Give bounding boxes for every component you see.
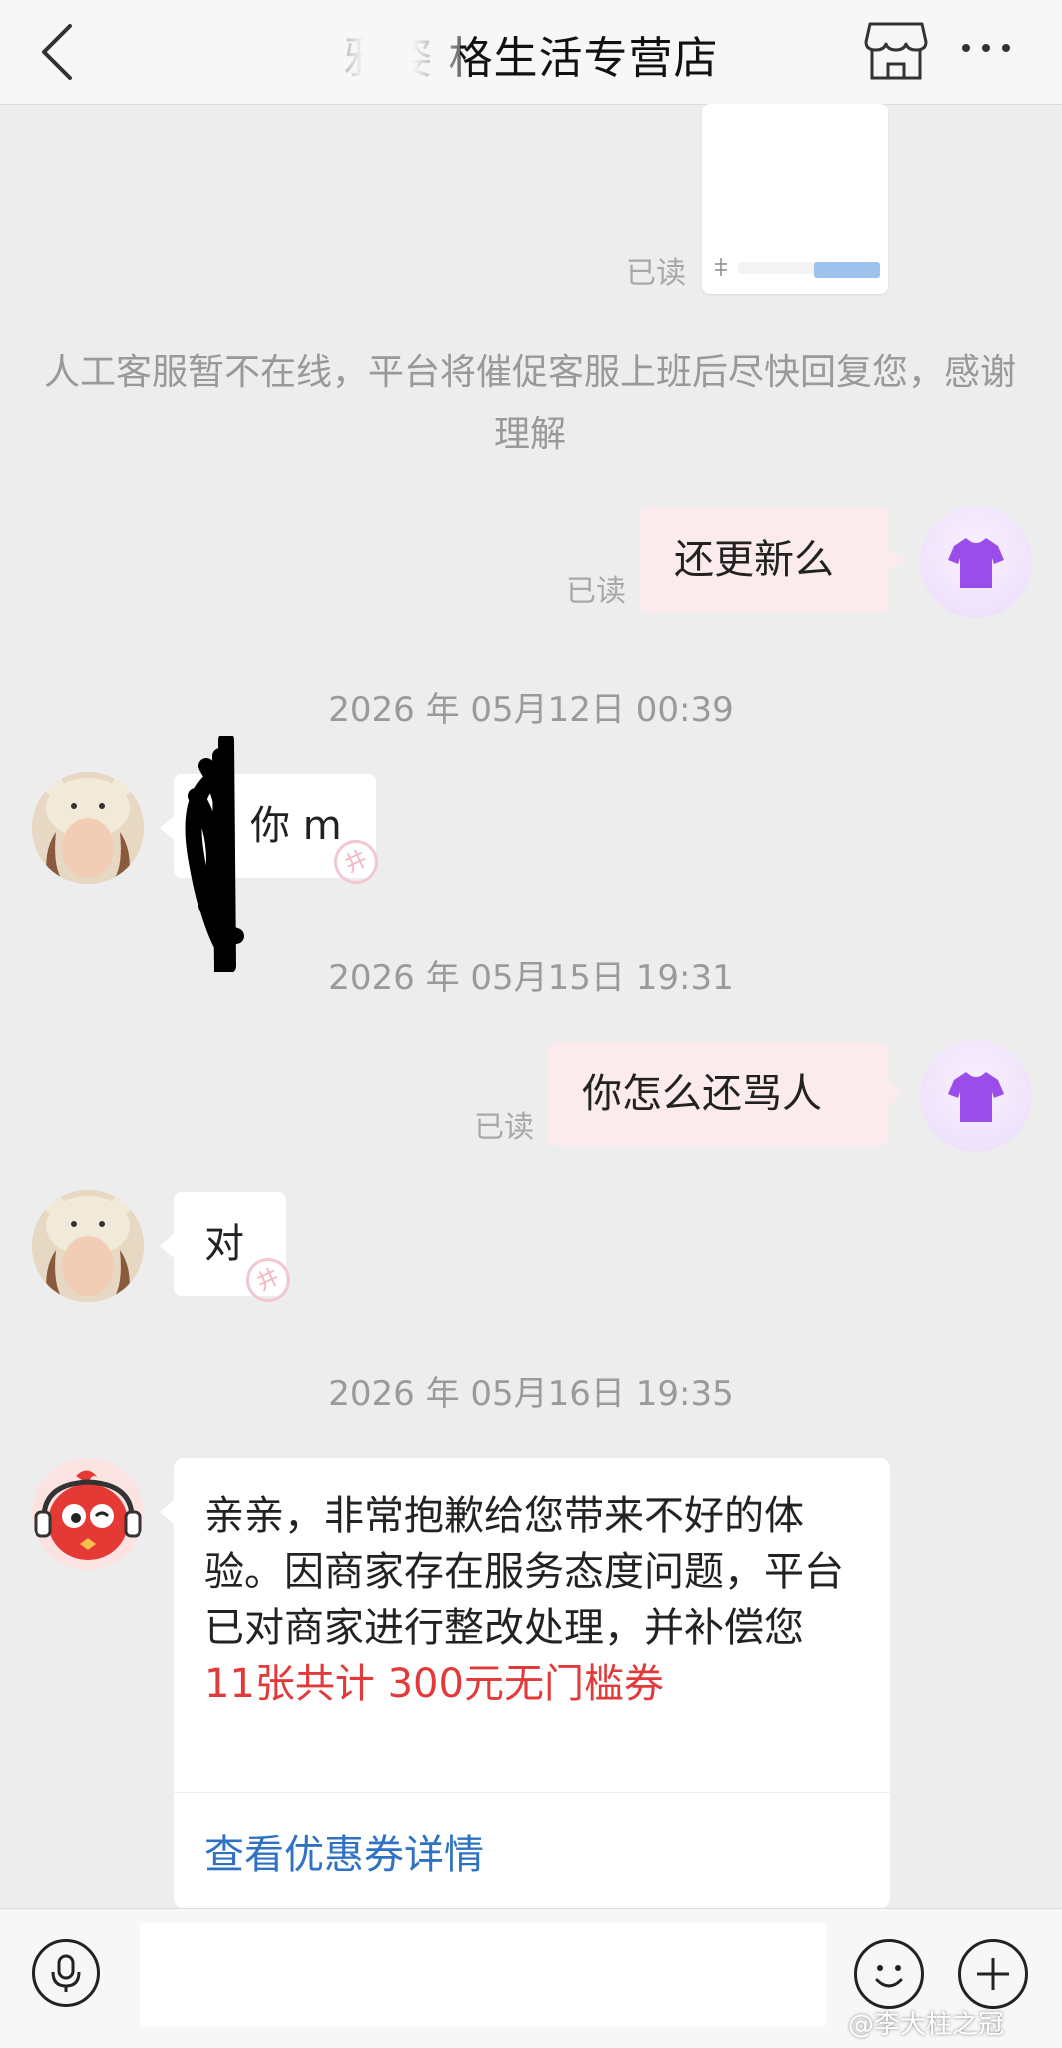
microphone-icon[interactable]	[32, 1939, 100, 2007]
message-text: 你 m	[250, 803, 342, 849]
timestamp: 2026 年 05月15日 19:31	[328, 958, 734, 998]
view-coupon-details-link[interactable]: 查看优惠券详情	[204, 1822, 484, 1880]
user-avatar[interactable]	[920, 1040, 1032, 1152]
tshirt-icon	[948, 1072, 1004, 1122]
shop-avatar[interactable]	[32, 1190, 144, 1302]
outgoing-message-bubble[interactable]: 还更新么	[640, 508, 888, 612]
system-notice: 人工客服暂不在线，平台将催促客服上班后尽快回复您，感谢理解	[43, 352, 1016, 455]
scale-icon	[715, 258, 727, 276]
watermark: @李大柱之冠	[848, 2010, 1005, 2040]
bubble-tail	[160, 1500, 174, 1524]
message-text: 亲亲，非常抱歉给您带来不好的体验。因商家存在服务态度问题，平台已对商家进行整改处…	[204, 1493, 844, 1651]
customer-service-message: 亲亲，非常抱歉给您带来不好的体验。因商家存在服务态度问题，平台已对商家进行整改处…	[174, 1458, 890, 1908]
plus-icon[interactable]	[958, 1939, 1028, 2009]
emoji-icon[interactable]	[854, 1939, 924, 2009]
mini-input	[738, 262, 818, 274]
message-text: 你怎么还骂人	[582, 1071, 822, 1117]
more-dots-icon[interactable]	[958, 28, 1014, 68]
message-input[interactable]	[140, 1923, 826, 2027]
outgoing-message-bubble[interactable]: 你怎么还骂人	[548, 1042, 888, 1146]
shop-avatar[interactable]	[32, 772, 144, 884]
read-receipt: 已读	[474, 1110, 534, 1145]
coupon-amount-highlight: 11张共计 300元无门槛券	[204, 1661, 664, 1707]
compensation-message-text: 亲亲，非常抱歉给您带来不好的体验。因商家存在服务态度问题，平台已对商家进行整改处…	[204, 1488, 864, 1712]
customer-service-avatar[interactable]	[32, 1458, 144, 1570]
store-icon[interactable]	[864, 18, 928, 84]
message-text: 还更新么	[674, 537, 834, 583]
image-message-thumbnail[interactable]	[702, 104, 888, 294]
bubble-tail	[160, 1234, 174, 1258]
shop-avatar-image	[32, 1190, 144, 1302]
divider	[174, 1792, 890, 1793]
chat-header: 雅姿 格生活专营店	[0, 0, 1062, 105]
bubble-tail	[888, 548, 902, 572]
bot-avatar-image	[32, 1458, 144, 1570]
bubble-tail	[888, 1082, 902, 1106]
timestamp: 2026 年 05月12日 00:39	[328, 690, 734, 730]
mini-button	[814, 262, 880, 278]
timestamp: 2026 年 05月16日 19:35	[328, 1374, 734, 1414]
read-receipt: 已读	[566, 574, 626, 609]
user-avatar[interactable]	[920, 506, 1032, 618]
incoming-message-bubble[interactable]: 对 井	[174, 1192, 298, 1310]
bubble-tail	[160, 816, 174, 840]
title-redaction	[300, 30, 460, 80]
shop-avatar-image	[32, 772, 144, 884]
tshirt-icon	[948, 538, 1004, 588]
read-receipt: 已读	[626, 256, 686, 291]
stamp-icon: 井	[238, 1250, 298, 1310]
message-text: 对	[204, 1221, 244, 1267]
redaction-scribble	[185, 736, 244, 972]
